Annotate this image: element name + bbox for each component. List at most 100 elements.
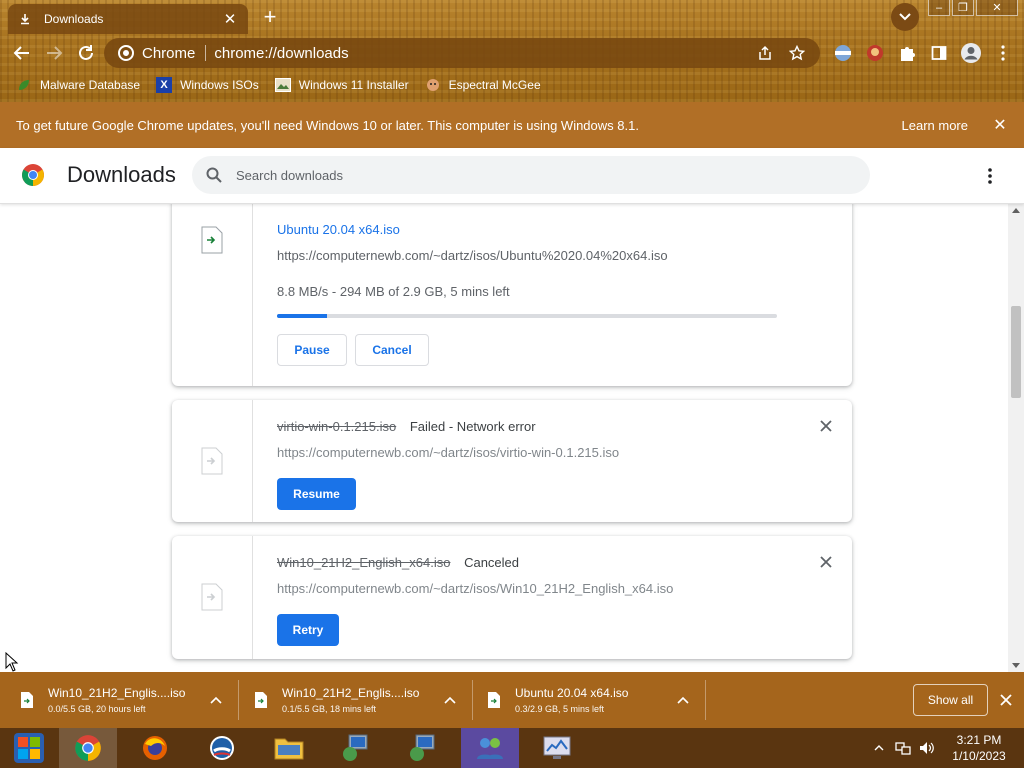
- clock-date: 1/10/2023: [952, 749, 1006, 763]
- start-button[interactable]: [0, 728, 58, 768]
- taskbar-firefox[interactable]: [126, 728, 184, 768]
- shelf-item[interactable]: Win10_21H2_Englis....iso 0.0/5.5 GB, 20 …: [0, 678, 239, 722]
- resume-button[interactable]: Resume: [277, 478, 356, 510]
- side-panel-icon[interactable]: [926, 38, 952, 68]
- search-bar[interactable]: [192, 156, 870, 194]
- taskbar-network-app[interactable]: [327, 728, 385, 768]
- extensions-puzzle-icon[interactable]: [894, 38, 920, 68]
- shelf-item-text: Ubuntu 20.04 x64.iso 0.3/2.9 GB, 5 mins …: [515, 686, 669, 714]
- downloads-header: Downloads: [0, 148, 1024, 204]
- retry-button[interactable]: Retry: [277, 614, 339, 646]
- infobar-close-icon[interactable]: ✕: [992, 117, 1008, 134]
- chrome-menu-icon[interactable]: [990, 38, 1016, 68]
- file-name-link[interactable]: Ubuntu 20.04 x64.iso: [277, 222, 400, 237]
- tab-downloads[interactable]: Downloads ✕: [8, 4, 248, 34]
- minimize-button[interactable]: –: [928, 0, 950, 16]
- chevron-up-icon[interactable]: [208, 692, 224, 708]
- source-url[interactable]: https://computernewb.com/~dartz/isos/vir…: [277, 445, 619, 460]
- users-icon: [477, 738, 503, 759]
- bookmark-espectral-mcgee[interactable]: Espectral McGee: [425, 77, 541, 93]
- cancel-button[interactable]: Cancel: [355, 334, 429, 366]
- image-icon: [274, 77, 291, 93]
- file-icon: [201, 447, 223, 475]
- profile-icon[interactable]: [958, 38, 984, 68]
- restore-button[interactable]: ❐: [952, 0, 974, 16]
- learn-more-link[interactable]: Learn more: [902, 118, 968, 133]
- extension-avatar-icon[interactable]: [862, 38, 888, 68]
- scroll-down-arrow[interactable]: [1012, 663, 1020, 668]
- shelf-item[interactable]: Ubuntu 20.04 x64.iso 0.3/2.9 GB, 5 mins …: [467, 678, 706, 722]
- bookmark-label: Malware Database: [40, 78, 141, 92]
- shelf-close-icon[interactable]: [998, 692, 1014, 708]
- extension-flag-icon[interactable]: [830, 38, 856, 68]
- network-icon[interactable]: [892, 738, 914, 758]
- shelf-file-name: Win10_21H2_Englis....iso: [282, 686, 420, 700]
- search-input[interactable]: [236, 167, 870, 183]
- progress-bar: [277, 314, 777, 318]
- scrollbar[interactable]: [1008, 204, 1024, 672]
- download-item: virtio-win-0.1.215.iso Failed - Network …: [172, 400, 852, 522]
- source-url[interactable]: https://computernewb.com/~dartz/isos/Win…: [277, 581, 673, 596]
- share-icon[interactable]: [754, 42, 776, 64]
- back-button[interactable]: [6, 37, 38, 69]
- shelf-item-text: Win10_21H2_Englis....iso 0.0/5.5 GB, 20 …: [48, 686, 202, 714]
- remove-item-icon[interactable]: [818, 554, 834, 570]
- taskbar-chrome[interactable]: [59, 728, 117, 768]
- toolbar: Chrome chrome://downloads: [0, 36, 1024, 70]
- url-text[interactable]: chrome://downloads: [214, 45, 744, 62]
- bookmark-windows-isos[interactable]: X Windows ISOs: [156, 77, 259, 93]
- scroll-up-arrow[interactable]: [1012, 208, 1020, 213]
- browser-frame: Downloads ✕ + – ❐ ✕ Chrome chrome://down…: [0, 0, 1024, 102]
- taskbar-clock[interactable]: 3:21 PM 1/10/2023: [944, 732, 1014, 764]
- blue-logo-icon: [210, 736, 234, 760]
- tab-search-chevron-icon[interactable]: [891, 3, 919, 31]
- download-item: Win10_21H2_English_x64.iso Canceled http…: [172, 536, 852, 659]
- chevron-up-icon[interactable]: [675, 692, 691, 708]
- taskbar-monitor-app[interactable]: [528, 728, 586, 768]
- update-infobar: To get future Google Chrome updates, you…: [0, 102, 1024, 148]
- new-tab-button[interactable]: +: [258, 6, 282, 30]
- bookmark-windows-11-installer[interactable]: Windows 11 Installer: [274, 77, 409, 93]
- download-shelf: Win10_21H2_Englis....iso 0.0/5.5 GB, 20 …: [0, 672, 1024, 728]
- taskbar-file-explorer[interactable]: [260, 728, 318, 768]
- tray-chevron-up-icon[interactable]: [868, 738, 890, 758]
- source-url[interactable]: https://computernewb.com/~dartz/isos/Ubu…: [277, 248, 668, 263]
- computer-globe-icon: [410, 734, 435, 761]
- system-tray: [868, 728, 940, 768]
- close-window-button[interactable]: ✕: [976, 0, 1018, 16]
- reload-button[interactable]: [70, 37, 102, 69]
- file-icon-column: [172, 204, 253, 386]
- bookmark-label: Espectral McGee: [448, 78, 541, 92]
- mouse-cursor-icon: [5, 652, 19, 672]
- shelf-item[interactable]: Win10_21H2_Englis....iso 0.1/5.5 GB, 18 …: [234, 678, 473, 722]
- address-bar[interactable]: Chrome chrome://downloads: [104, 38, 820, 68]
- bookmark-label: Windows ISOs: [180, 78, 259, 92]
- show-all-button[interactable]: Show all: [913, 684, 988, 716]
- taskbar-app-logo[interactable]: [193, 728, 251, 768]
- file-icon: [255, 692, 267, 708]
- shelf-file-status: 0.0/5.5 GB, 20 hours left: [48, 704, 146, 714]
- clock-time: 3:21 PM: [956, 733, 1002, 747]
- folder-icon: [274, 738, 304, 760]
- remove-item-icon[interactable]: [818, 418, 834, 434]
- pause-button[interactable]: Pause: [277, 334, 347, 366]
- bookmarks-bar: Malware Database X Windows ISOs Windows …: [0, 72, 1024, 98]
- progress-fill: [277, 314, 327, 318]
- download-icon: [18, 12, 32, 26]
- bookmark-malware-database[interactable]: Malware Database: [16, 77, 140, 93]
- shelf-file-status: 0.1/5.5 GB, 18 mins left: [282, 704, 377, 714]
- shelf-file-status: 0.3/2.9 GB, 5 mins left: [515, 704, 605, 714]
- chevron-up-icon[interactable]: [442, 692, 458, 708]
- taskbar-network-app-2[interactable]: [394, 728, 452, 768]
- bookmark-star-icon[interactable]: [786, 42, 808, 64]
- file-title-row: virtio-win-0.1.215.iso Failed - Network …: [277, 419, 536, 434]
- volume-icon[interactable]: [916, 738, 938, 758]
- downloads-menu-icon[interactable]: [978, 164, 1002, 188]
- tab-close-icon[interactable]: ✕: [222, 11, 238, 28]
- scroll-thumb[interactable]: [1011, 306, 1021, 398]
- bookmark-label: Windows 11 Installer: [298, 78, 409, 92]
- page-title: Downloads: [67, 162, 176, 187]
- forward-button[interactable]: [38, 37, 70, 69]
- taskbar-users-app[interactable]: [461, 728, 519, 768]
- reload-icon: [79, 45, 93, 60]
